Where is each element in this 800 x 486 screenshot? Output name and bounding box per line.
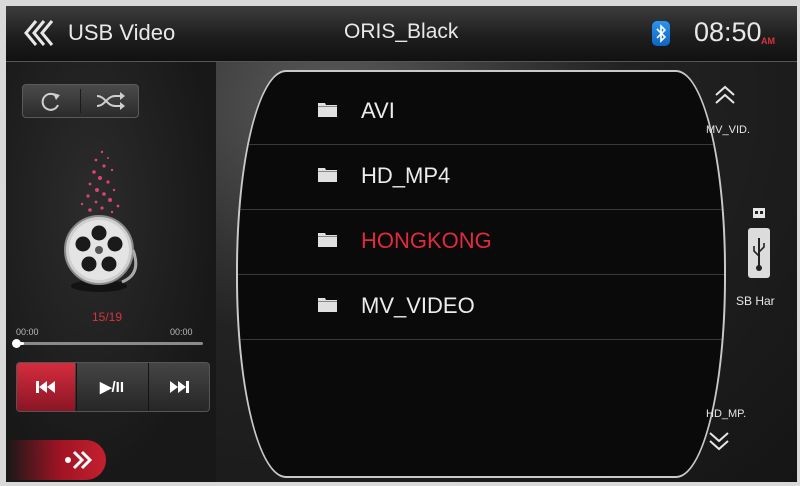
folder-name: MV_VIDEO	[361, 293, 475, 318]
scroll-up-icon[interactable]	[712, 84, 738, 106]
progress-handle[interactable]	[12, 339, 21, 348]
folder-name: HD_MP4	[361, 163, 451, 188]
shuffle-icon[interactable]	[81, 85, 138, 117]
player-panel: 15/19 00:00 00:00 ▶/II	[6, 62, 218, 482]
bluetooth-icon[interactable]	[652, 21, 670, 46]
skip-previous-icon[interactable]	[17, 363, 75, 411]
elapsed-time: 00:00	[16, 327, 39, 337]
folder-list[interactable]: AVI HD_MP4 HONGKONG MV_VIDEO	[236, 70, 726, 478]
track-counter: 15/19	[92, 310, 123, 324]
scroll-down-icon[interactable]	[706, 430, 732, 452]
meridiem: AM	[761, 36, 775, 46]
folder-icon	[318, 298, 337, 312]
clock: 08:50	[694, 17, 762, 47]
device-name: ORIS_Black	[344, 20, 459, 43]
top-bar: USB Video ORIS_Black 08:50 AM	[6, 6, 797, 62]
folder-icon	[318, 233, 337, 247]
progress-bar[interactable]	[18, 342, 203, 345]
film-reel-icon	[64, 150, 138, 292]
head-unit-screen: USB Video ORIS_Black 08:50 AM 15/19 00:0…	[6, 6, 797, 482]
folder-name: HONGKONG	[361, 228, 492, 253]
forward-arrow-icon[interactable]	[6, 440, 106, 480]
source-title[interactable]: USB Video	[68, 20, 175, 46]
device-label: SB Har	[736, 294, 775, 308]
folder-name: AVI	[361, 98, 395, 123]
previous-folder-label[interactable]: MV_VID.	[706, 124, 750, 136]
folder-icon	[318, 103, 337, 117]
play-pause-button[interactable]: ▶/II	[77, 363, 147, 411]
folder-icon	[318, 168, 337, 182]
next-folder-label[interactable]: HD_MP.	[706, 408, 746, 420]
list-item[interactable]: HONGKONG	[238, 210, 724, 275]
list-item[interactable]: MV_VIDEO	[238, 275, 724, 340]
repeat-icon[interactable]	[23, 85, 80, 117]
usb-drive-icon[interactable]	[746, 208, 772, 280]
double-chevron-left-icon[interactable]	[22, 18, 62, 48]
transport-controls: ▶/II	[16, 362, 210, 412]
list-item[interactable]: AVI	[238, 80, 724, 145]
skip-next-icon[interactable]	[150, 363, 209, 411]
list-item[interactable]: HD_MP4	[238, 145, 724, 210]
play-mode-group	[22, 84, 139, 118]
play-pause-label: ▶/II	[99, 379, 124, 396]
total-time: 00:00	[170, 327, 193, 337]
divider	[148, 363, 149, 411]
